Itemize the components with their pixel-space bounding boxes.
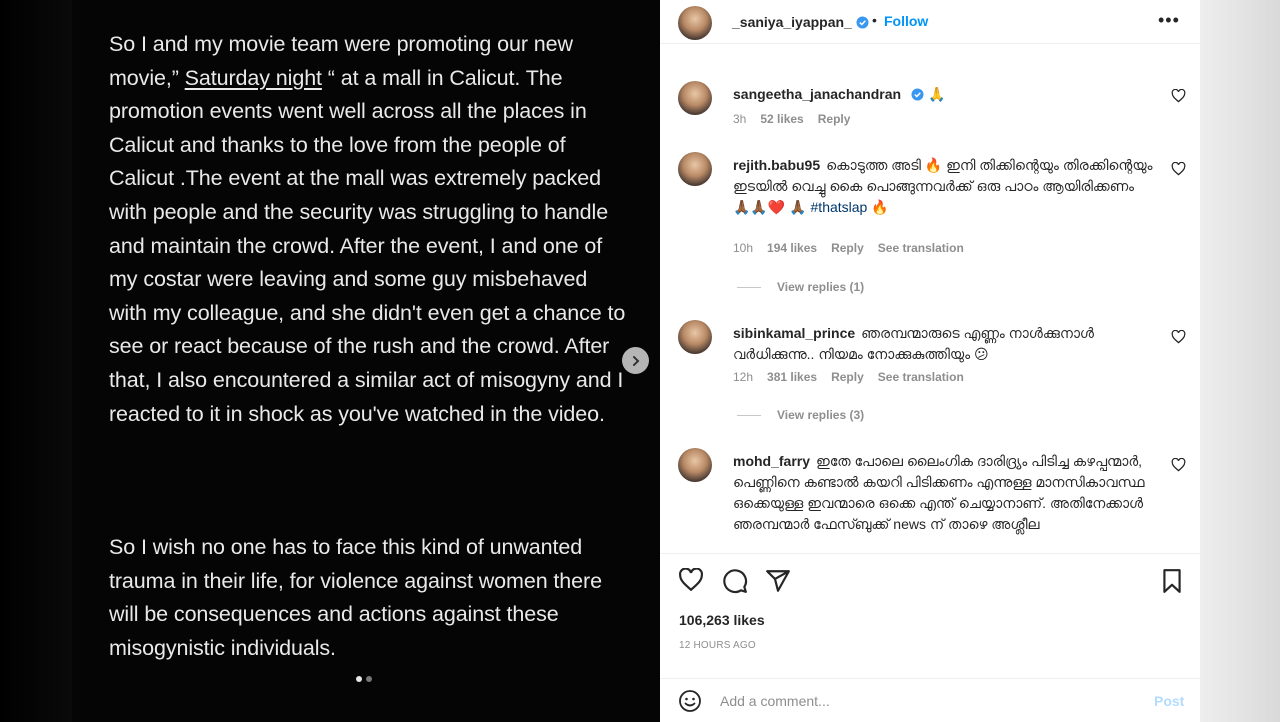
avatar[interactable]: [678, 448, 712, 482]
emoji-icon[interactable]: [678, 689, 702, 713]
view-replies-label[interactable]: View replies (1): [777, 280, 864, 294]
media-text: “ at a mall in Calicut. The promotion ev…: [109, 65, 626, 426]
comment-username[interactable]: sibinkamal_prince: [733, 325, 855, 341]
comment-hashtag[interactable]: #thatslap: [811, 199, 868, 215]
media-paragraph-2: So I wish no one has to face this kind o…: [109, 535, 602, 660]
more-options-icon[interactable]: •••: [1158, 10, 1180, 31]
post-header: _saniya_iyappan_ • Follow •••: [660, 0, 1200, 44]
media-text-underlined: Saturday night: [184, 65, 322, 90]
comment-time: 3h: [733, 112, 747, 126]
reply-button[interactable]: Reply: [831, 241, 864, 255]
comment-like-heart-icon[interactable]: [1171, 89, 1186, 103]
comment-body: sangeetha_janachandran 🙏: [733, 84, 1153, 105]
see-translation-link[interactable]: See translation: [878, 370, 964, 384]
reply-button[interactable]: Reply: [831, 370, 864, 384]
comment-emoji: 🔥: [871, 199, 889, 215]
reply-button[interactable]: Reply: [818, 112, 851, 126]
view-replies-button[interactable]: View replies (1): [737, 280, 864, 294]
video-frame-right-margin: [1200, 0, 1280, 722]
comment-like-heart-icon[interactable]: [1171, 330, 1186, 344]
comment-meta: 10h 194 likes Reply See translation: [733, 241, 964, 255]
post-timestamp[interactable]: 12 HOURS AGO: [679, 640, 756, 651]
post-media: So I and my movie team were promoting ou…: [72, 0, 660, 722]
comment-username[interactable]: rejith.babu95: [733, 157, 820, 173]
media-paragraph-1: So I and my movie team were promoting ou…: [109, 28, 629, 431]
carousel-indicator: [356, 676, 372, 682]
follow-button[interactable]: Follow: [884, 13, 928, 29]
comment-icon[interactable]: [722, 568, 748, 594]
post-comment-button[interactable]: Post: [1154, 693, 1184, 709]
comment-body: mohd_farry ഇതേ പോലെ ലൈംഗിക ദാരിദ്ര്യം പിട…: [733, 451, 1153, 535]
comment-time: 10h: [733, 241, 754, 255]
comment-meta: 12h 381 likes Reply See translation: [733, 370, 964, 384]
like-count[interactable]: 106,263 likes: [679, 612, 765, 628]
view-replies-button[interactable]: View replies (3): [737, 408, 864, 422]
avatar[interactable]: [678, 320, 712, 354]
avatar[interactable]: [678, 81, 712, 115]
comment-username[interactable]: mohd_farry: [733, 453, 810, 469]
post-sidebar: _saniya_iyappan_ • Follow ••• sangeetha_…: [660, 0, 1200, 722]
comment-likes[interactable]: 52 likes: [760, 112, 803, 126]
send-icon[interactable]: [765, 568, 791, 594]
verified-badge-icon: [911, 88, 924, 101]
comment-like-heart-icon[interactable]: [1171, 458, 1186, 472]
avatar[interactable]: [678, 6, 712, 40]
comment-list[interactable]: sangeetha_janachandran 🙏 3h 52 likes Rep…: [660, 45, 1200, 552]
separator-dot: •: [872, 12, 877, 28]
comment-username[interactable]: sangeetha_janachandran: [733, 86, 901, 102]
comment-composer: Post: [660, 678, 1200, 722]
comment-body: rejith.babu95 കൊടുത്ത അടി 🔥 ഇനി തിക്കിന്റ…: [733, 155, 1153, 218]
chevron-right-icon: [632, 355, 639, 366]
comment-body: sibinkamal_prince ഞരമ്പന്മാരുടെ എണ്ണം നാൾ…: [733, 323, 1153, 365]
avatar[interactable]: [678, 152, 712, 186]
comment-input[interactable]: [720, 688, 1140, 714]
carousel-dot: [366, 676, 372, 682]
video-frame-left-margin: [0, 0, 72, 722]
verified-badge-icon: [856, 16, 869, 29]
replies-divider-line: [737, 414, 761, 416]
carousel-next-button[interactable]: [622, 347, 649, 374]
view-replies-label[interactable]: View replies (3): [777, 408, 864, 422]
comment-emoji: 🙏: [927, 86, 946, 102]
carousel-dot-active: [356, 676, 362, 682]
post-action-bar: [660, 553, 1200, 609]
replies-divider-line: [737, 286, 761, 288]
bookmark-icon[interactable]: [1160, 568, 1184, 594]
comment-like-heart-icon[interactable]: [1171, 162, 1186, 176]
author-username-text[interactable]: _saniya_iyappan_: [732, 14, 852, 30]
heart-icon[interactable]: [678, 568, 704, 592]
comment-likes[interactable]: 194 likes: [767, 241, 817, 255]
comment-likes[interactable]: 381 likes: [767, 370, 817, 384]
see-translation-link[interactable]: See translation: [878, 241, 964, 255]
comment-meta: 3h 52 likes Reply: [733, 112, 850, 126]
comment-time: 12h: [733, 370, 754, 384]
author-username[interactable]: _saniya_iyappan_: [732, 14, 869, 30]
